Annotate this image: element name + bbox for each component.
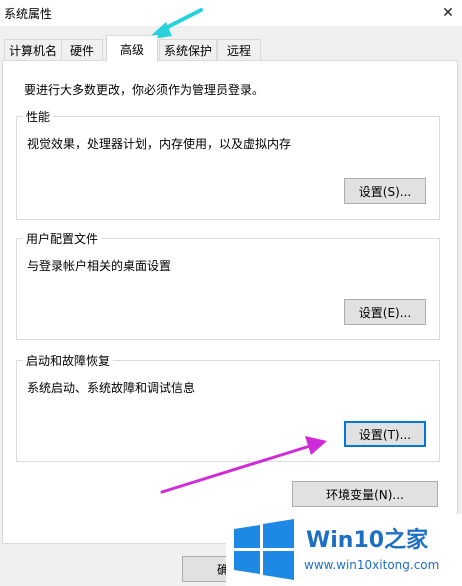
user-profiles-label: 用户配置文件 bbox=[23, 230, 102, 247]
user-profiles-group: 用户配置文件 与登录帐户相关的桌面设置 设置(E)... bbox=[16, 230, 440, 340]
admin-note: 要进行大多数更改，你必须作为管理员登录。 bbox=[24, 83, 265, 97]
environment-variables-button[interactable]: 环境变量(N)... bbox=[292, 481, 438, 507]
tab-advanced[interactable]: 高级 bbox=[106, 35, 158, 62]
window-title: 系统属性 bbox=[4, 7, 53, 21]
close-icon[interactable]: ✕ bbox=[434, 0, 462, 26]
watermark-url: www.win10xitong.com bbox=[304, 558, 440, 572]
startup-recovery-settings-button[interactable]: 设置(T)... bbox=[344, 421, 426, 447]
startup-recovery-label: 启动和故障恢复 bbox=[23, 352, 114, 369]
watermark-brand: Win10之家 bbox=[306, 528, 429, 553]
performance-description: 视觉效果，处理器计划，内存使用，以及虚拟内存 bbox=[27, 137, 292, 151]
windows-logo-icon bbox=[234, 519, 294, 580]
tab-system-protection[interactable]: 系统保护 bbox=[159, 39, 217, 61]
tab-remote[interactable]: 远程 bbox=[217, 39, 261, 61]
watermark: Win10之家 www.win10xitong.com bbox=[226, 514, 462, 586]
performance-label: 性能 bbox=[23, 108, 54, 125]
title-bar: 系统属性 ✕ bbox=[0, 0, 462, 26]
tab-hardware[interactable]: 硬件 bbox=[61, 39, 103, 61]
user-profiles-settings-button[interactable]: 设置(E)... bbox=[344, 299, 426, 325]
startup-recovery-group: 启动和故障恢复 系统启动、系统故障和调试信息 设置(T)... bbox=[16, 352, 440, 462]
user-profiles-description: 与登录帐户相关的桌面设置 bbox=[27, 259, 172, 273]
performance-group: 性能 视觉效果，处理器计划，内存使用，以及虚拟内存 设置(S)... bbox=[16, 108, 440, 220]
performance-settings-button[interactable]: 设置(S)... bbox=[344, 178, 426, 204]
tab-computer-name[interactable]: 计算机名 bbox=[4, 39, 62, 61]
startup-recovery-description: 系统启动、系统故障和调试信息 bbox=[27, 381, 196, 395]
